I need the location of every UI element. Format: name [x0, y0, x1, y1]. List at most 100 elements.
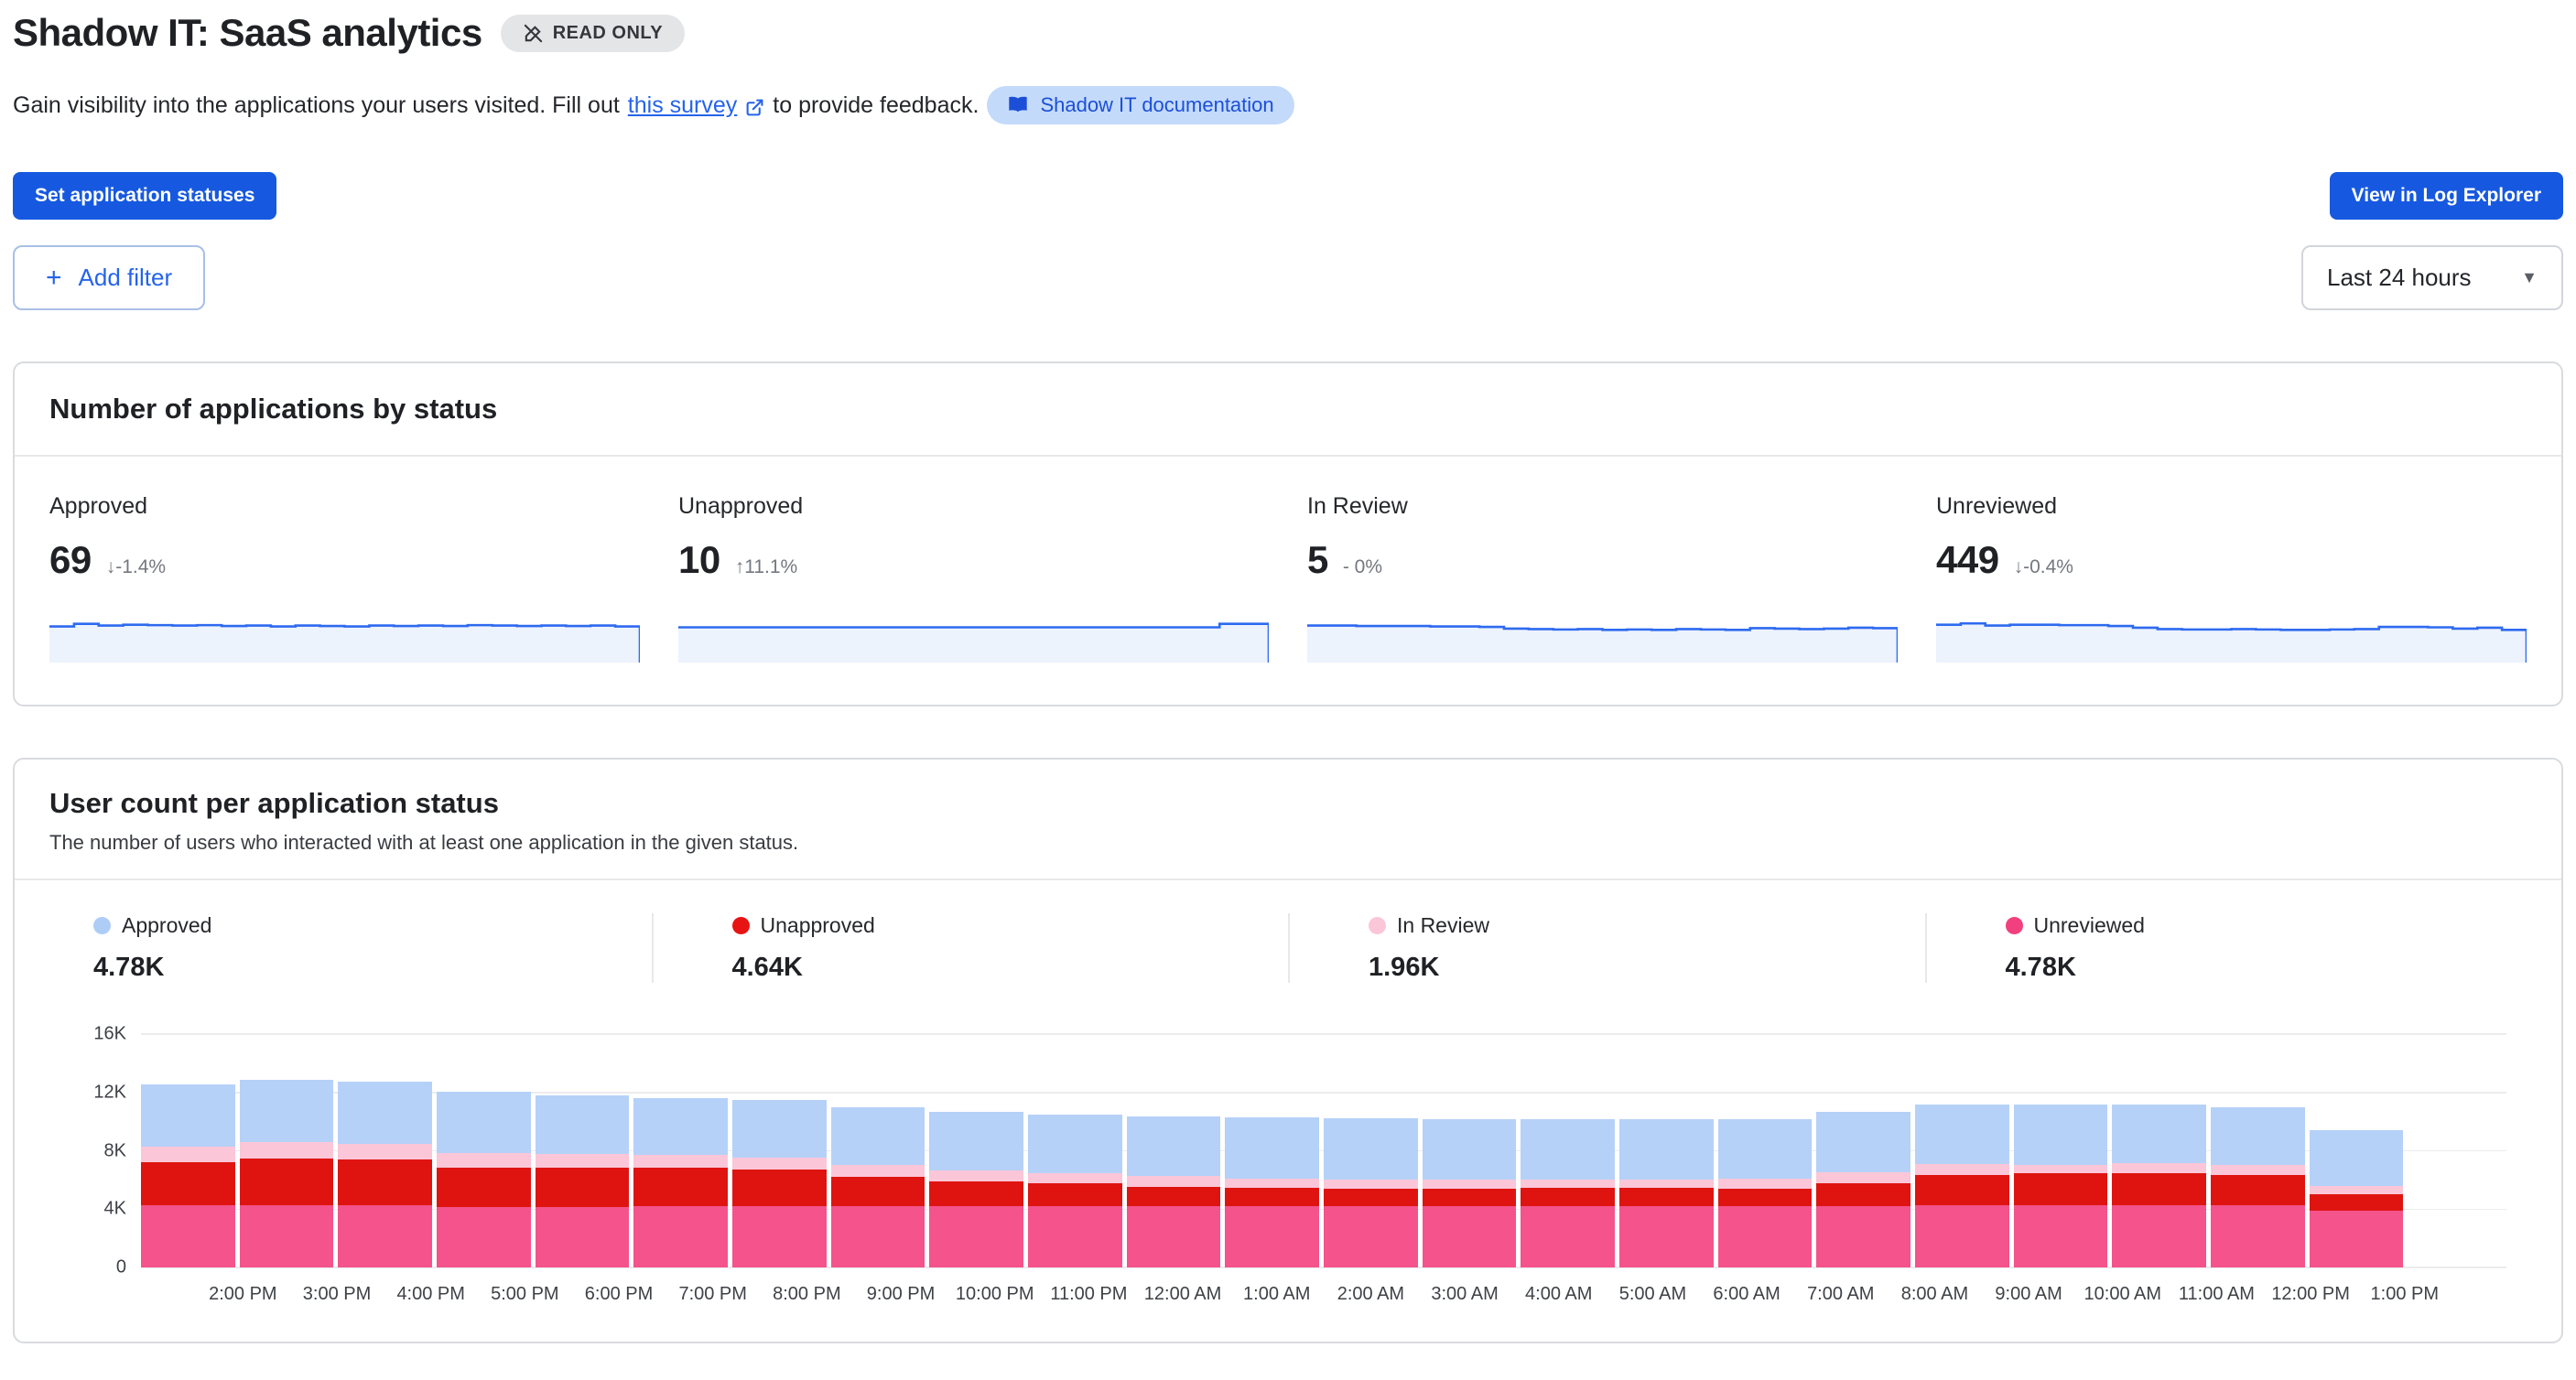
shadow-it-documentation-link[interactable]: Shadow IT documentation	[987, 86, 1293, 124]
time-range-value: Last 24 hours	[2327, 264, 2472, 292]
legend-item-header: Unapproved	[732, 913, 1289, 938]
applications-by-status-card: Number of applications by status Approve…	[13, 361, 2563, 706]
x-axis-tick: 8:00 AM	[1888, 1284, 1982, 1305]
legend-dot	[2006, 917, 2023, 934]
x-axis-tick: 11:00 PM	[1042, 1284, 1136, 1305]
segment-unreviewed	[2112, 1205, 2206, 1268]
stacked-bar-1-00-am	[1225, 1117, 1319, 1267]
legend-item-in-review[interactable]: In Review1.96K	[1288, 913, 1925, 983]
set-application-statuses-button[interactable]: Set application statuses	[13, 172, 276, 220]
x-axis-tick: 4:00 PM	[384, 1284, 478, 1305]
x-axis-tick: 1:00 AM	[1229, 1284, 1324, 1305]
legend-item-unreviewed[interactable]: Unreviewed4.78K	[1925, 913, 2562, 983]
segment-unreviewed	[2014, 1205, 2108, 1268]
segment-approved	[2211, 1107, 2305, 1166]
status-stats: Approved69↓-1.4%Unapproved10↑11.1%In Rev…	[15, 457, 2561, 705]
segment-unapproved	[1324, 1189, 1418, 1206]
stacked-bar-12-00-am	[1127, 1116, 1221, 1267]
stacked-bar-11-00-am	[2211, 1107, 2305, 1267]
bar-slot	[437, 1034, 536, 1267]
legend-item-approved[interactable]: Approved4.78K	[15, 913, 652, 983]
x-axis-tick: 9:00 PM	[854, 1284, 948, 1305]
segment-unapproved	[1225, 1188, 1319, 1206]
stat-in-review: In Review5- 0%	[1307, 493, 1898, 663]
time-range-select[interactable]: Last 24 hours ▼	[2301, 245, 2563, 310]
x-axis-tick: 6:00 PM	[572, 1284, 666, 1305]
bar-slot	[929, 1034, 1028, 1267]
segment-unreviewed	[1423, 1206, 1517, 1267]
x-axis-tick: 2:00 PM	[196, 1284, 290, 1305]
segment-in-review	[1718, 1179, 1813, 1189]
x-axis-tick: 10:00 PM	[947, 1284, 1042, 1305]
segment-unapproved	[1816, 1183, 1910, 1207]
x-axis-tick: 7:00 AM	[1793, 1284, 1888, 1305]
segment-unapproved	[240, 1159, 334, 1205]
segment-approved	[2014, 1105, 2108, 1164]
segment-approved	[1225, 1117, 1319, 1179]
segment-unapproved	[1028, 1183, 1122, 1206]
stat-value: 449	[1936, 538, 1999, 582]
book-icon	[1007, 94, 1029, 116]
segment-in-review	[1915, 1164, 2009, 1175]
bar-slot	[1028, 1034, 1127, 1267]
chart-legend: Approved4.78K Unapproved 4.64KIn Review1.9…	[15, 880, 2561, 1010]
stacked-bar-3-00-pm	[240, 1080, 334, 1268]
bar-slot	[141, 1034, 240, 1267]
segment-in-review	[2310, 1186, 2404, 1195]
view-in-log-explorer-button[interactable]: View in Log Explorer	[2330, 172, 2563, 220]
segment-approved	[1324, 1118, 1418, 1181]
legend-value: 4.64K	[732, 953, 1289, 983]
segment-in-review	[2211, 1165, 2305, 1174]
user-count-subtitle: The number of users who interacted with …	[49, 831, 2527, 855]
stacked-bar-6-00-pm	[536, 1095, 630, 1267]
add-filter-button[interactable]: + Add filter	[13, 245, 205, 310]
segment-in-review	[1816, 1172, 1910, 1182]
bar-slot	[2310, 1034, 2408, 1267]
legend-dot	[732, 917, 750, 934]
filter-row: + Add filter Last 24 hours ▼	[13, 245, 2563, 310]
bar-slot	[1423, 1034, 1521, 1267]
segment-in-review	[831, 1165, 925, 1177]
stat-label: Unreviewed	[1936, 493, 2527, 520]
segment-in-review	[2112, 1163, 2206, 1173]
segment-unapproved	[1521, 1188, 1615, 1206]
user-count-title: User count per application status	[49, 787, 2527, 820]
survey-link[interactable]: this survey	[628, 92, 737, 119]
applications-by-status-title: Number of applications by status	[15, 363, 2561, 457]
segment-unreviewed	[437, 1207, 531, 1267]
x-axis-tick: 8:00 PM	[760, 1284, 854, 1305]
bar-slot	[1324, 1034, 1423, 1267]
stat-delta: ↓-0.4%	[2014, 556, 2073, 578]
segment-in-review	[1127, 1176, 1221, 1186]
sparkline-unapproved	[678, 609, 1269, 663]
stat-unreviewed: Unreviewed 449 ↓-0.4%	[1936, 493, 2527, 663]
legend-dot	[1369, 917, 1386, 934]
stacked-bar-5-00-am	[1619, 1119, 1714, 1267]
page-title: Shadow IT: SaaS analytics	[13, 11, 482, 55]
legend-name: Unapproved	[761, 913, 875, 938]
stat-value-row: 5- 0%	[1307, 538, 1898, 582]
segment-approved	[1619, 1119, 1714, 1180]
segment-approved	[141, 1084, 235, 1147]
stat-delta: ↑11.1%	[735, 556, 798, 578]
bar-slot	[1619, 1034, 1718, 1267]
user-count-header: User count per application status The nu…	[15, 760, 2561, 880]
x-axis-tick: 3:00 AM	[1418, 1284, 1512, 1305]
segment-unapproved	[831, 1177, 925, 1206]
chart-plot: 16K12K8K4K0	[141, 1034, 2506, 1267]
stacked-bar-8-00-pm	[732, 1100, 827, 1267]
stacked-bar-10-00-am	[2112, 1105, 2206, 1267]
sparkline-approved	[49, 609, 640, 663]
segment-approved	[437, 1092, 531, 1153]
segment-in-review	[1028, 1173, 1122, 1183]
stacked-bar-9-00-pm	[831, 1107, 925, 1267]
legend-item-unapproved[interactable]: Unapproved 4.64K	[652, 913, 1289, 983]
segment-approved	[929, 1112, 1023, 1170]
stat-label: Unapproved	[678, 493, 1269, 520]
segment-unapproved	[1718, 1189, 1813, 1206]
x-axis-tick: 12:00 AM	[1136, 1284, 1230, 1305]
action-row: Set application statuses View in Log Exp…	[13, 172, 2563, 220]
add-filter-label: Add filter	[79, 264, 173, 292]
segment-in-review	[141, 1147, 235, 1162]
x-axis-tick: 10:00 AM	[2075, 1284, 2170, 1305]
